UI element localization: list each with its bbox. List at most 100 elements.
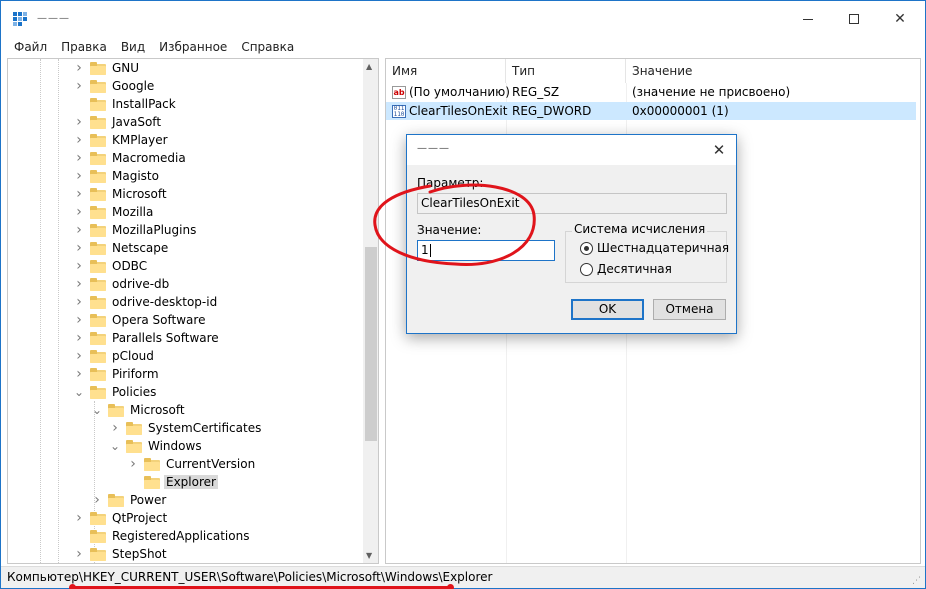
tree-item[interactable]: ⌄ Policies (74, 383, 158, 401)
folder-icon (90, 367, 106, 381)
ok-button[interactable]: OK (571, 299, 644, 320)
tree-scrollbar[interactable]: ▲ ▼ (363, 59, 378, 563)
tree-item[interactable]: › Google (74, 77, 156, 95)
chevron-right-icon[interactable]: › (74, 204, 84, 220)
tree-item[interactable]: › StepShot (74, 545, 169, 563)
resize-grip-icon[interactable]: ⋰ (912, 576, 921, 586)
tree-item[interactable]: › SystemCertificates (110, 419, 263, 437)
chevron-right-icon[interactable]: › (110, 420, 120, 436)
chevron-right-icon[interactable]: › (128, 456, 138, 472)
tree-item[interactable]: RegisteredApplications (74, 527, 251, 545)
tree-item[interactable]: › Macromedia (74, 149, 188, 167)
tree-item[interactable]: › Parallels Software (74, 329, 221, 347)
tree-item[interactable]: › pCloud (74, 347, 156, 365)
base-group-legend: Система исчисления (572, 222, 708, 236)
tree-item[interactable]: InstallPack (74, 95, 178, 113)
minimize-button[interactable] (785, 1, 831, 37)
chevron-right-icon[interactable]: › (74, 276, 84, 292)
tree-item[interactable]: › GNU (74, 59, 141, 77)
radio-decimal[interactable]: Десятичная (580, 262, 672, 276)
chevron-down-icon[interactable]: ⌄ (110, 439, 120, 453)
menu-edit[interactable]: Правка (54, 40, 114, 54)
chevron-right-icon[interactable]: › (74, 78, 84, 94)
cancel-button[interactable]: Отмена (653, 299, 726, 320)
dialog-close-icon[interactable]: ✕ (707, 139, 731, 161)
tree-item[interactable]: › MozillaPlugins (74, 221, 198, 239)
chevron-right-icon[interactable]: › (74, 150, 84, 166)
radio-checked-icon[interactable] (580, 241, 593, 255)
chevron-right-icon[interactable]: › (74, 132, 84, 148)
folder-icon (144, 457, 160, 471)
chevron-down-icon[interactable]: ⌄ (74, 385, 84, 399)
menu-bar: Файл Правка Вид Избранное Справка (1, 37, 925, 57)
tree-item[interactable]: › QtProject (74, 509, 169, 527)
chevron-right-icon[interactable]: › (74, 240, 84, 256)
tree-item[interactable]: › Mozilla (74, 203, 155, 221)
tree-item[interactable]: › CurrentVersion (128, 455, 257, 473)
tree-item-label: Piriform (112, 367, 159, 381)
value-row-selected[interactable]: 011 110 ClearTilesOnExit REG_DWORD 0x0000… (386, 102, 916, 120)
radio-hexadecimal[interactable]: Шестнадцатеричная (580, 241, 729, 255)
column-header-data[interactable]: Значение (626, 59, 916, 83)
tree-item[interactable]: ⌄ Windows (110, 437, 204, 455)
maximize-button[interactable] (831, 1, 877, 37)
status-bar: Компьютер\HKEY_CURRENT_USER\Software\Pol… (1, 566, 925, 589)
tree-item[interactable]: › ODBC (74, 257, 149, 275)
chevron-right-icon[interactable]: › (74, 348, 84, 364)
value-row[interactable]: ab (По умолчанию) REG_SZ (значение не пр… (386, 83, 916, 101)
tree-scrollbar-thumb[interactable] (365, 247, 377, 441)
chevron-right-icon[interactable]: › (92, 492, 102, 508)
chevron-right-icon[interactable]: › (74, 510, 84, 526)
tree-item-label: Parallels Software (112, 331, 219, 345)
value-type: REG_DWORD (512, 104, 592, 118)
chevron-right-icon[interactable]: › (74, 222, 84, 238)
tree-item[interactable]: Explorer (128, 473, 218, 491)
close-icon: ✕ (894, 11, 906, 27)
tree-item-label: Power (130, 493, 167, 507)
tree-item[interactable]: › Piriform (74, 365, 161, 383)
tree-item[interactable]: › odrive-db (74, 275, 171, 293)
scroll-up-icon[interactable]: ▲ (366, 62, 372, 71)
tree-item[interactable]: › JavaSoft (74, 113, 163, 131)
chevron-right-icon[interactable]: › (74, 168, 84, 184)
tree-item[interactable]: › Microsoft (74, 185, 169, 203)
menu-favorites[interactable]: Избранное (152, 40, 234, 54)
chevron-right-icon[interactable]: › (74, 258, 84, 274)
radio-unchecked-icon[interactable] (580, 262, 593, 276)
column-header-type[interactable]: Тип (506, 59, 626, 83)
folder-icon (90, 187, 106, 201)
folder-icon (90, 97, 106, 111)
chevron-right-icon[interactable]: › (74, 114, 84, 130)
menu-view[interactable]: Вид (114, 40, 152, 54)
chevron-right-icon[interactable]: › (74, 186, 84, 202)
value-data-text: 1 (421, 243, 429, 257)
chevron-right-icon[interactable]: › (74, 60, 84, 76)
value-data-input[interactable]: 1 (417, 240, 555, 261)
window-title: ——— (37, 13, 70, 24)
tree-item[interactable]: › odrive-desktop-id (74, 293, 219, 311)
tree-item-label: pCloud (112, 349, 154, 363)
param-label: Параметр: (417, 176, 484, 190)
chevron-down-icon[interactable]: ⌄ (92, 403, 102, 417)
close-button[interactable]: ✕ (877, 1, 923, 37)
registry-key-tree[interactable]: ▲ ▼ › GNU › Google InstallPack › JavaSoft › KMPl… (7, 58, 379, 564)
tree-item[interactable]: › Magisto (74, 167, 161, 185)
chevron-right-icon[interactable]: › (74, 312, 84, 328)
chevron-right-icon[interactable]: › (74, 330, 84, 346)
tree-item[interactable]: › KMPlayer (74, 131, 170, 149)
chevron-right-icon[interactable]: › (74, 294, 84, 310)
chevron-right-icon[interactable]: › (74, 546, 84, 562)
scroll-down-icon[interactable]: ▼ (366, 551, 372, 560)
tree-item-label: odrive-db (112, 277, 170, 291)
folder-icon (90, 169, 106, 183)
chevron-right-icon[interactable]: › (74, 366, 84, 382)
tree-item[interactable]: › Opera Software (74, 311, 207, 329)
folder-icon (90, 259, 106, 273)
menu-file[interactable]: Файл (7, 40, 54, 54)
tree-item[interactable]: › Netscape (74, 239, 170, 257)
value-label: Значение: (417, 223, 482, 237)
column-header-name[interactable]: Имя (386, 59, 506, 83)
menu-help[interactable]: Справка (234, 40, 301, 54)
tree-item[interactable]: ⌄ Microsoft (92, 401, 187, 419)
tree-item[interactable]: › Power (92, 491, 168, 509)
